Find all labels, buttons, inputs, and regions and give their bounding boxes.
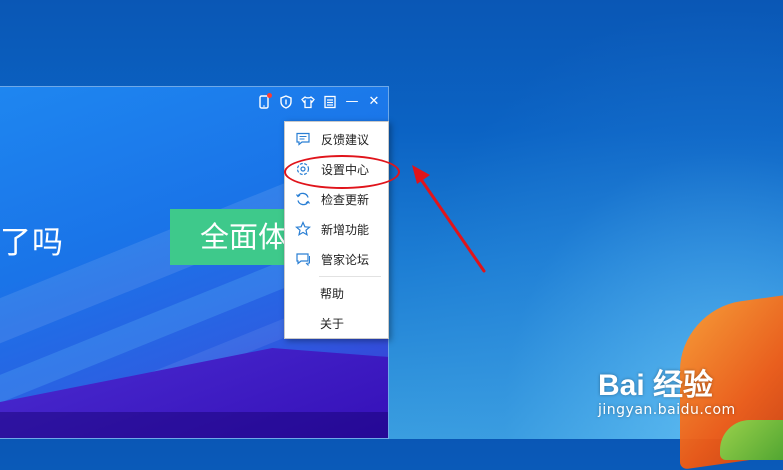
skin-icon[interactable] bbox=[300, 94, 316, 110]
menu-item-feedback[interactable]: 反馈建议 bbox=[285, 124, 388, 154]
watermark-brand: Bai 经验 bbox=[598, 360, 736, 404]
menu-item-forum[interactable]: 管家论坛 bbox=[285, 244, 388, 274]
minimize-icon[interactable]: — bbox=[344, 94, 360, 110]
titlebar-controls: — ✕ bbox=[256, 93, 382, 110]
menu-item-help[interactable]: 帮助 bbox=[285, 278, 388, 308]
menu-icon[interactable] bbox=[322, 94, 338, 110]
headline-text: 了吗 bbox=[0, 225, 64, 261]
watermark-brand-text: Bai 经验 bbox=[598, 369, 714, 402]
menu-item-label: 帮助 bbox=[320, 286, 345, 301]
phone-icon[interactable] bbox=[256, 93, 272, 110]
menu-item-new-features[interactable]: 新增功能 bbox=[285, 214, 388, 244]
dropdown-menu: 反馈建议 设置中心 检查更新 新增功能 管家论坛 帮助 关于 bbox=[284, 121, 389, 339]
highlight-ellipse bbox=[284, 155, 400, 189]
watermark-url: jingyan.baidu.com bbox=[598, 402, 736, 418]
notification-dot bbox=[267, 93, 272, 98]
annotation-arrow bbox=[412, 165, 486, 273]
menu-item-label: 检查更新 bbox=[321, 192, 370, 207]
menu-item-about[interactable]: 关于 bbox=[285, 308, 388, 338]
menu-item-label: 新增功能 bbox=[321, 222, 370, 237]
full-scan-button[interactable]: 全面体检 bbox=[170, 209, 290, 265]
star-icon bbox=[295, 221, 311, 237]
menu-item-label: 关于 bbox=[320, 316, 345, 331]
menu-item-label: 管家论坛 bbox=[321, 252, 370, 267]
bottom-bar bbox=[0, 412, 388, 438]
menu-item-label: 反馈建议 bbox=[321, 132, 370, 147]
forum-icon bbox=[295, 251, 311, 267]
menu-divider bbox=[319, 276, 381, 277]
refresh-icon bbox=[295, 191, 311, 207]
baidu-watermark: Bai 经验 jingyan.baidu.com bbox=[598, 360, 736, 418]
close-icon[interactable]: ✕ bbox=[366, 94, 382, 110]
feedback-icon bbox=[295, 131, 311, 147]
shield-icon[interactable] bbox=[278, 94, 294, 110]
